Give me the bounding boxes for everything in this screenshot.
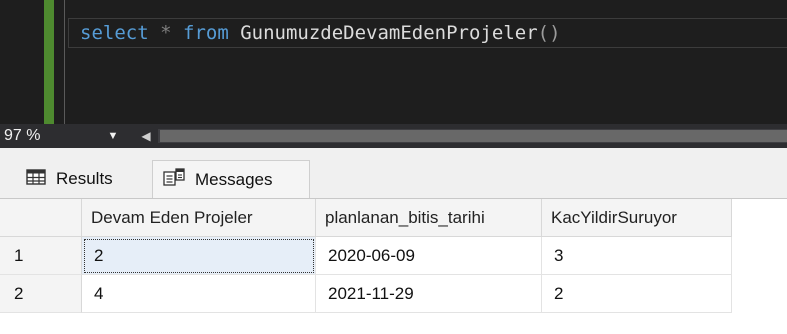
line-number-gutter — [0, 0, 44, 124]
row-number-header[interactable] — [0, 199, 82, 237]
grid-cell[interactable]: 3 — [542, 237, 732, 275]
scroll-left-icon[interactable]: ◀ — [138, 124, 154, 148]
grid-header-row: Devam Eden Projeler planlanan_bitis_tari… — [0, 199, 787, 237]
sql-editor[interactable]: select * from GunumuzdeDevamEdenProjeler… — [0, 0, 787, 124]
messages-icon — [163, 168, 185, 191]
function-name: GunumuzdeDevamEdenProjeler — [240, 22, 538, 44]
grid-icon — [26, 168, 46, 190]
keyword-select: select — [80, 22, 149, 44]
row-number[interactable]: 2 — [0, 275, 82, 313]
tab-messages[interactable]: Messages — [152, 160, 310, 198]
tab-messages-label: Messages — [195, 169, 273, 189]
query-line[interactable]: select * from GunumuzdeDevamEdenProjeler… — [80, 20, 561, 46]
zoom-level[interactable]: 97 % — [4, 124, 40, 148]
results-tabs: Results Messages — [0, 160, 787, 198]
column-header[interactable]: planlanan_bitis_tarihi — [316, 199, 542, 237]
grid-cell[interactable]: 2021-11-29 — [316, 275, 542, 313]
grid-cell[interactable]: 2020-06-09 — [316, 237, 542, 275]
tab-results[interactable]: Results — [18, 160, 150, 198]
results-grid: Devam Eden Projeler planlanan_bitis_tari… — [0, 198, 787, 334]
table-row: 1 2 2020-06-09 3 — [0, 237, 787, 275]
parentheses: () — [537, 22, 561, 44]
results-pane: Results Messages Devam Eden Projeler pla… — [0, 148, 787, 334]
operator-star: * — [160, 22, 172, 44]
grid-cell[interactable]: 4 — [82, 275, 316, 313]
keyword-from: from — [183, 22, 229, 44]
outline-fold-line — [64, 0, 65, 124]
column-header[interactable]: KacYildirSuruyor — [542, 199, 732, 237]
grid-cell[interactable]: 2 — [542, 275, 732, 313]
grid-cell-selected[interactable]: 2 — [82, 237, 316, 275]
table-row: 2 4 2021-11-29 2 — [0, 275, 787, 313]
tab-results-label: Results — [56, 169, 113, 188]
change-tracking-bar — [44, 0, 54, 124]
column-header[interactable]: Devam Eden Projeler — [82, 199, 316, 237]
row-number[interactable]: 1 — [0, 237, 82, 275]
chevron-down-icon[interactable]: ▼ — [104, 124, 122, 148]
horizontal-scrollbar-thumb[interactable] — [160, 130, 787, 142]
zoom-scroll-strip: 97 % ▼ ◀ — [0, 124, 787, 148]
